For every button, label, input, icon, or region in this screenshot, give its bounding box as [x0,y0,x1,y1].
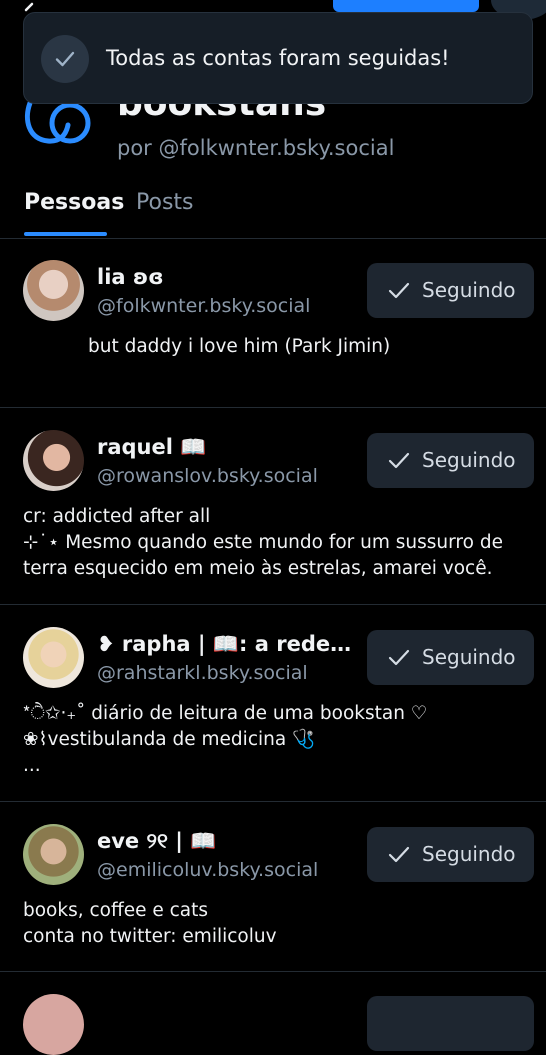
list-item[interactable]: eve ୨୧ | 📖 @emilicoluv.bsky.social Segui… [0,802,546,972]
avatar[interactable] [23,824,84,885]
list-item[interactable]: lia ʚɞ @folkwnter.bsky.social Seguindo b… [0,238,546,408]
author-handle[interactable]: @folkwnter.bsky.social [159,136,395,160]
following-button[interactable]: Seguindo [367,263,534,318]
author-prefix: por [117,136,152,160]
avatar[interactable] [23,994,84,1055]
following-label: Seguindo [422,448,516,472]
subscribe-button[interactable] [333,0,479,12]
tab-posts[interactable]: Posts [136,190,194,215]
user-bio: but daddy i love him (Park Jimin) [88,336,391,357]
avatar[interactable] [23,627,84,688]
toast-message: Todas as contas foram seguidas! [106,46,450,70]
following-button[interactable]: Seguindo [367,827,534,882]
user-bio: cr: addicted after all ⊹˙⋆ Mesmo quando … [23,506,503,579]
user-handle: @rowanslov.bsky.social [97,465,318,487]
user-name: raquel 📖 [97,435,207,459]
user-name: eve ୨୧ | 📖 [97,829,217,853]
check-icon [41,35,89,83]
success-toast: Todas as contas foram seguidas! [23,12,533,104]
following-label: Seguindo [422,278,516,302]
list-item[interactable]: ❥ rapha | 📖: a redenç... @rahstarkl.bsky… [0,605,546,802]
check-icon [388,452,410,469]
list-item[interactable]: raquel 📖 @rowanslov.bsky.social Seguindo… [0,408,546,605]
avatar[interactable] [23,260,84,321]
active-tab-indicator [24,232,107,236]
check-icon [388,282,410,299]
following-button[interactable] [367,996,534,1051]
following-button[interactable]: Seguindo [367,630,534,685]
following-label: Seguindo [422,645,516,669]
list-author: por @folkwnter.bsky.social [117,136,394,160]
user-handle: @folkwnter.bsky.social [97,295,311,317]
user-name: lia ʚɞ [97,265,164,289]
user-handle: @emilicoluv.bsky.social [97,859,319,881]
following-button[interactable]: Seguindo [367,433,534,488]
avatar[interactable] [23,430,84,491]
tab-people[interactable]: Pessoas [24,190,124,215]
check-icon [388,846,410,863]
tab-bar: Pessoas Posts [0,180,546,239]
following-label: Seguindo [422,842,516,866]
user-name: ❥ rapha | 📖: a redenç... [97,632,357,656]
user-bio: *ੈ✩‧₊˚ diário de leitura de uma bookstan… [23,703,428,776]
user-bio: books, coffee e cats conta no twitter: e… [23,900,277,947]
user-handle: @rahstarkl.bsky.social [97,662,308,684]
check-icon [388,649,410,666]
